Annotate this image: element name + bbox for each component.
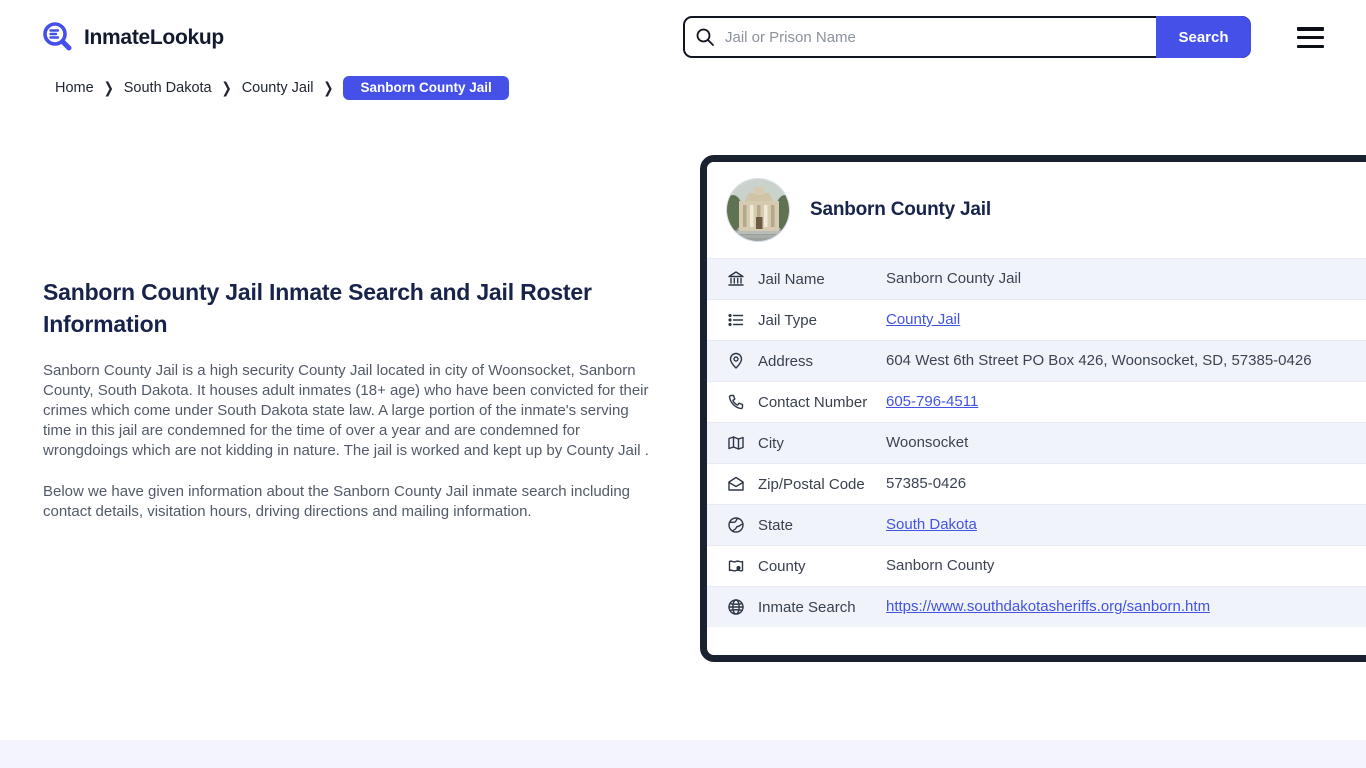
menu-icon[interactable]	[1297, 27, 1324, 48]
row-value: 57385-0426	[886, 475, 967, 492]
jail-info-card: Sanborn County Jail Jail Name Sanborn Co…	[700, 155, 1366, 662]
row-label: State	[758, 516, 794, 534]
globe-icon	[727, 516, 745, 534]
row-inmate-search: Inmate Search https://www.southdakotashe…	[707, 586, 1366, 627]
row-value: Woonsocket	[886, 434, 969, 451]
map-icon	[727, 434, 745, 452]
breadcrumb-county-jail[interactable]: County Jail	[242, 80, 314, 96]
bank-icon	[727, 270, 745, 288]
row-address: Address 604 West 6th Street PO Box 426, …	[707, 340, 1366, 381]
row-label: Inmate Search	[758, 598, 856, 616]
page: InmateLookup Search Home ❯ South Dakota …	[0, 0, 1366, 768]
row-value: https://www.southdakotasheriffs.org/sanb…	[886, 595, 1356, 619]
row-label: Address	[758, 352, 814, 370]
intro-paragraph: Sanborn County Jail is a high security C…	[43, 362, 649, 459]
magnifier-logo-icon	[43, 22, 72, 51]
row-county: County Sanborn County	[707, 545, 1366, 586]
jail-photo	[726, 178, 790, 242]
row-city: City Woonsocket	[707, 422, 1366, 463]
state-link[interactable]: South Dakota	[886, 516, 977, 533]
row-value: 604 West 6th Street PO Box 426, Woonsock…	[886, 352, 1312, 369]
list-icon	[727, 311, 745, 329]
globe-grid-icon	[727, 598, 745, 616]
contact-number-link[interactable]: 605-796-4511	[886, 393, 978, 410]
row-contact-number: Contact Number 605-796-4511	[707, 381, 1366, 422]
row-label: County	[758, 557, 806, 575]
flag-icon	[727, 557, 745, 575]
map-pin-icon	[727, 352, 745, 370]
row-label: Jail Name	[758, 270, 825, 288]
brand-logo[interactable]: InmateLookup	[40, 20, 224, 56]
breadcrumb-current-badge: Sanborn County Jail	[343, 76, 509, 100]
search-icon	[696, 28, 714, 46]
row-jail-name: Jail Name Sanborn County Jail	[707, 258, 1366, 299]
row-value: South Dakota	[886, 513, 1356, 537]
search-button[interactable]: Search	[1156, 16, 1251, 58]
row-jail-type: Jail Type County Jail	[707, 299, 1366, 340]
secondary-paragraph: Below we have given information about th…	[43, 483, 631, 520]
row-zip-code: Zip/Postal Code 57385-0426	[707, 463, 1366, 504]
phone-icon	[727, 393, 745, 411]
brand-name: InmateLookup	[84, 26, 224, 49]
jail-type-link[interactable]: County Jail	[886, 311, 960, 328]
inmate-search-link[interactable]: https://www.southdakotasheriffs.org/sanb…	[886, 598, 1210, 615]
row-value: Sanborn County	[886, 557, 995, 574]
row-state: State South Dakota	[707, 504, 1366, 545]
mail-icon	[727, 475, 745, 493]
search-bar: Search	[683, 16, 1251, 58]
breadcrumb-home[interactable]: Home	[55, 80, 94, 96]
row-value: Sanborn County Jail	[886, 270, 1022, 287]
chevron-right-icon: ❯	[323, 79, 334, 97]
row-label: Jail Type	[758, 311, 817, 329]
page-title: Sanborn County Jail Inmate Search and Ja…	[43, 279, 592, 337]
row-value: County Jail	[886, 308, 1356, 332]
chevron-right-icon: ❯	[221, 79, 232, 97]
row-label: Contact Number	[758, 393, 868, 411]
card-header: Sanborn County Jail	[707, 162, 1366, 258]
breadcrumb: Home ❯ South Dakota ❯ County Jail ❯ Sanb…	[55, 76, 509, 100]
card-title: Sanborn County Jail	[810, 199, 991, 220]
footer-band	[0, 740, 1366, 768]
article: Sanborn County Jail Inmate Search and Ja…	[43, 276, 651, 522]
row-value: 605-796-4511	[886, 390, 1356, 414]
courthouse-image	[727, 179, 789, 241]
chevron-right-icon: ❯	[103, 79, 114, 97]
row-label: Zip/Postal Code	[758, 475, 865, 493]
jail-detail-rows: Jail Name Sanborn County Jail Jail Type …	[707, 258, 1366, 627]
row-label: City	[758, 434, 784, 452]
breadcrumb-south-dakota[interactable]: South Dakota	[124, 80, 212, 96]
